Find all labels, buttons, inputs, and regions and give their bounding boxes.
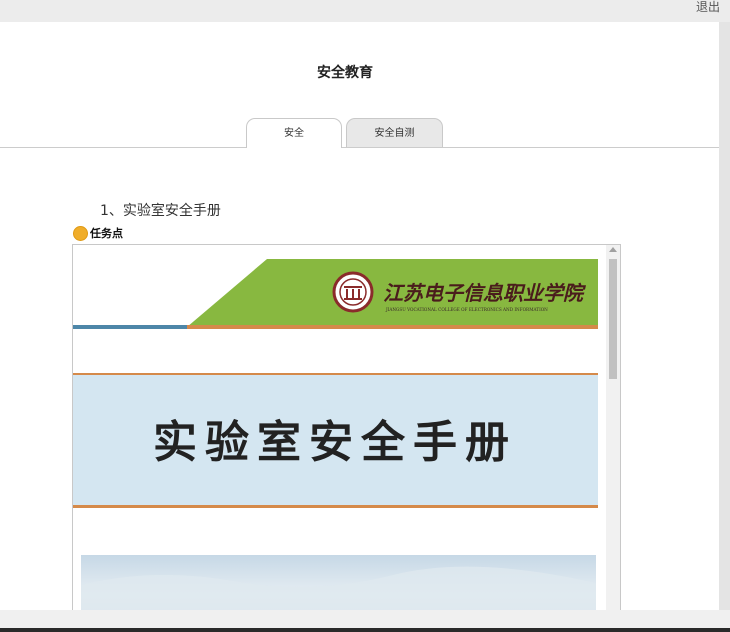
college-name-english: JIANGSU VOCATIONAL COLLEGE OF ELECTRONIC… xyxy=(385,307,548,312)
section-heading: 1、实验室安全手册 xyxy=(100,203,221,219)
task-point: 任务点 xyxy=(73,224,123,242)
document-viewer[interactable]: 江苏电子信息职业学院 JIANGSU VOCATIONAL COLLEGE OF… xyxy=(72,244,621,610)
document-scrollbar[interactable] xyxy=(606,245,620,610)
banner-rule-orange xyxy=(187,325,598,329)
page-title: 安全教育 xyxy=(317,65,373,81)
college-seal-icon xyxy=(332,271,374,313)
main-panel: 安全教育 安全 安全自测 1、实验室安全手册 任务点 江苏电子信息职业学院 JI… xyxy=(0,22,719,610)
banner-rule-blue xyxy=(73,325,189,329)
manual-title: 实验室安全手册 xyxy=(153,417,517,468)
task-point-label: 任务点 xyxy=(90,227,123,240)
tab-divider xyxy=(0,147,719,148)
college-name-calligraphy: 江苏电子信息职业学院 xyxy=(383,281,587,305)
task-status-dot-icon xyxy=(73,225,88,241)
top-bar: 退出 xyxy=(0,0,730,22)
document-cover: 江苏电子信息职业学院 JIANGSU VOCATIONAL COLLEGE OF… xyxy=(73,245,606,610)
tab-safety[interactable]: 安全 xyxy=(246,118,342,148)
scrollbar-thumb[interactable] xyxy=(609,259,617,379)
tab-self-test[interactable]: 安全自测 xyxy=(346,118,443,147)
logout-link[interactable]: 退出 xyxy=(696,0,720,15)
window-scrollbar[interactable] xyxy=(719,22,730,610)
document-page: 江苏电子信息职业学院 JIANGSU VOCATIONAL COLLEGE OF… xyxy=(73,245,606,610)
scroll-up-arrow-icon[interactable] xyxy=(609,247,617,252)
bottom-strip xyxy=(0,610,730,628)
title-band-bottom-rule xyxy=(73,505,598,508)
title-band-top-rule xyxy=(73,373,598,375)
bottom-edge xyxy=(0,628,730,632)
